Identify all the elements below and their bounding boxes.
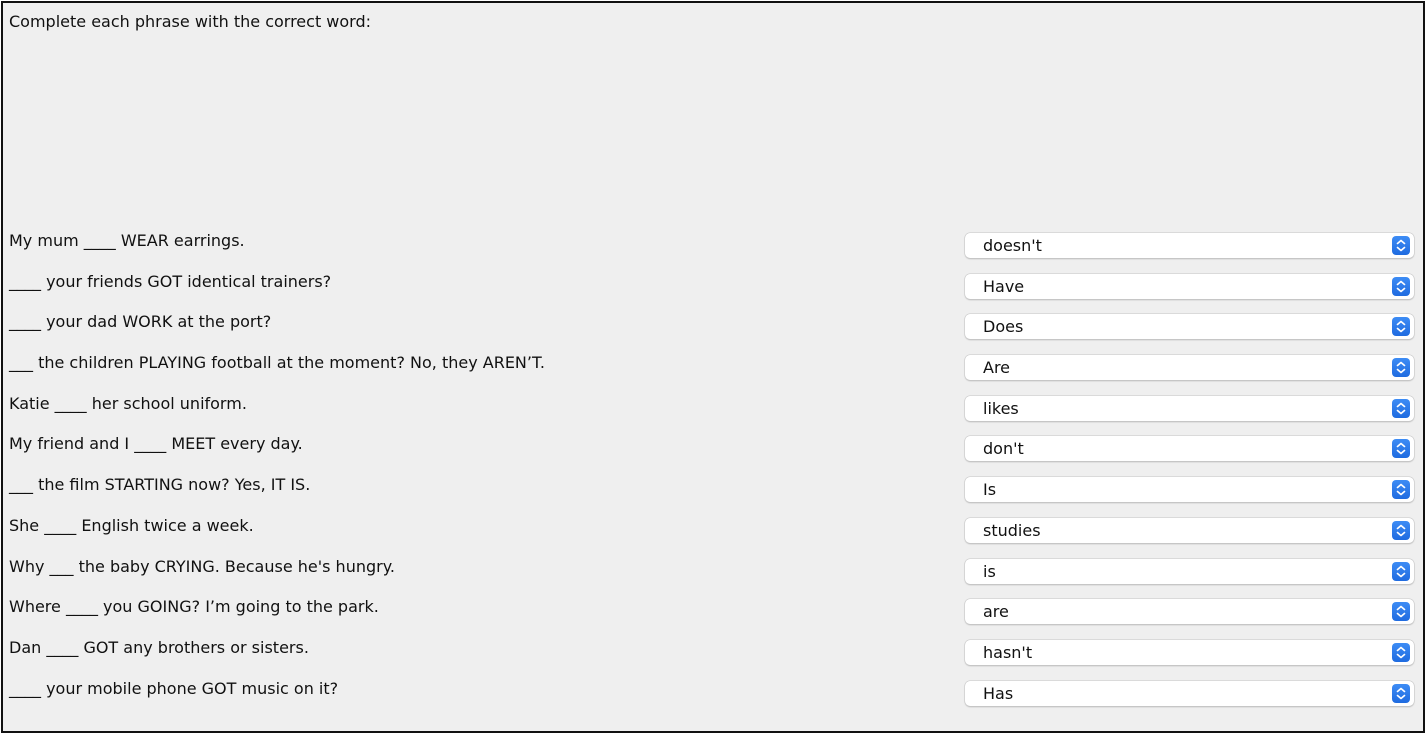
question-row: ____ your mobile phone GOT music on it? … [3,678,1423,719]
answer-selected-value: Are [983,358,1011,378]
answer-select[interactable]: Does [965,314,1414,340]
answer-select[interactable]: likes [965,395,1414,421]
exercise-panel: Complete each phrase with the correct wo… [1,1,1425,733]
question-phrase: ___ the children PLAYING football at the… [9,353,545,373]
question-phrase: My friend and I ____ MEET every day. [9,434,303,454]
answer-selected-value: Is [983,480,997,500]
answer-selected-value: Does [983,317,1024,337]
answer-select[interactable]: doesn't [965,233,1414,258]
answer-selected-value: don't [983,439,1024,459]
answer-select[interactable]: hasn't [965,639,1414,665]
question-row: Why ___ the baby CRYING. Because he's hu… [3,556,1423,597]
answer-select[interactable]: are [965,599,1414,625]
question-phrase: Katie ____ her school uniform. [9,393,247,413]
question-row: She ____ English twice a week. studies [3,515,1423,556]
answer-select[interactable]: Have [965,273,1414,299]
answer-selected-value: hasn't [983,642,1033,662]
question-phrase: Where ____ you GOING? I’m going to the p… [9,597,379,617]
answer-selected-value: are [983,602,1009,622]
chevron-up-down-icon[interactable] [1392,480,1410,500]
question-row: ___ the film STARTING now? Yes, IT IS. I… [3,474,1423,515]
instruction-text: Complete each phrase with the correct wo… [9,12,372,31]
answer-selected-value: studies [983,520,1041,540]
question-row: ____ your dad WORK at the port? Does [3,311,1423,352]
question-row: Where ____ you GOING? I’m going to the p… [3,596,1423,637]
chevron-up-down-icon[interactable] [1392,520,1410,540]
chevron-up-down-icon[interactable] [1392,642,1410,662]
chevron-up-down-icon[interactable] [1392,358,1410,378]
question-row: My friend and I ____ MEET every day. don… [3,433,1423,474]
answer-select[interactable]: is [965,558,1414,584]
chevron-up-down-icon[interactable] [1392,398,1410,418]
question-list: My mum ____ WEAR earrings. doesn't ____ … [3,230,1423,718]
chevron-up-down-icon[interactable] [1392,276,1410,296]
chevron-up-down-icon[interactable] [1392,683,1410,703]
answer-selected-value: likes [983,398,1019,418]
answer-select[interactable]: Has [965,680,1414,706]
question-phrase: Dan ____ GOT any brothers or sisters. [9,637,309,657]
chevron-up-down-icon[interactable] [1392,236,1410,255]
question-row: ___ the children PLAYING football at the… [3,352,1423,393]
question-phrase: ____ your mobile phone GOT music on it? [9,678,339,698]
question-row: My mum ____ WEAR earrings. doesn't [3,230,1423,271]
question-row: Dan ____ GOT any brothers or sisters. ha… [3,637,1423,678]
question-phrase: ___ the film STARTING now? Yes, IT IS. [9,475,311,495]
answer-selected-value: Has [983,683,1014,703]
answer-select[interactable]: don't [965,436,1414,462]
chevron-up-down-icon[interactable] [1392,317,1410,337]
chevron-up-down-icon[interactable] [1392,439,1410,459]
answer-select[interactable]: Are [965,355,1414,381]
answer-selected-value: is [983,561,996,581]
question-phrase: ____ your dad WORK at the port? [9,312,272,332]
answer-select[interactable]: Is [965,477,1414,503]
question-phrase: She ____ English twice a week. [9,515,254,535]
chevron-up-down-icon[interactable] [1392,561,1410,581]
question-phrase: Why ___ the baby CRYING. Because he's hu… [9,556,395,576]
chevron-up-down-icon[interactable] [1392,602,1410,622]
answer-selected-value: doesn't [983,236,1042,255]
answer-selected-value: Have [983,276,1025,296]
question-phrase: My mum ____ WEAR earrings. [9,231,245,250]
question-phrase: ____ your friends GOT identical trainers… [9,271,332,291]
answer-select[interactable]: studies [965,517,1414,543]
question-row: Katie ____ her school uniform. likes [3,393,1423,434]
question-row: ____ your friends GOT identical trainers… [3,271,1423,312]
